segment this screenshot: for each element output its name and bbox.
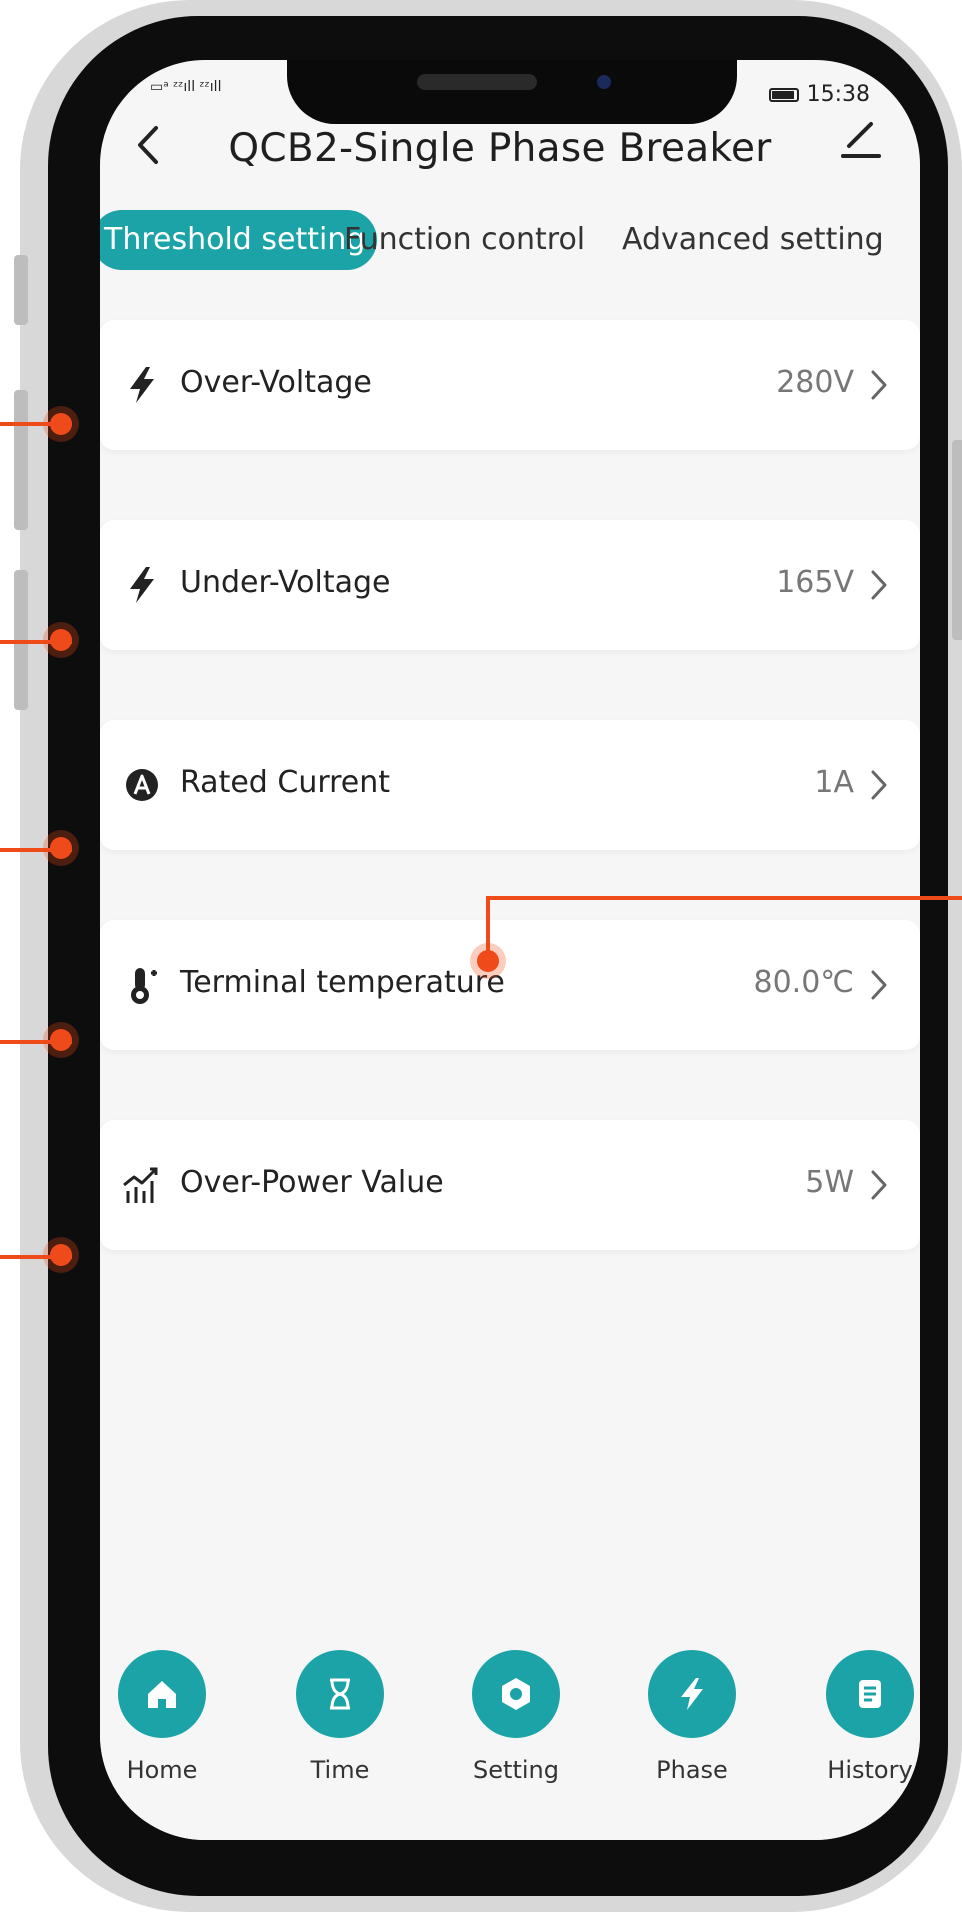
status-right: 15:38 [768,82,870,107]
setting-value: 80.0℃ [753,965,855,1000]
chart-icon [123,1167,158,1203]
status-signal-indicators: ▭ᵃ ᶻᶻıll ᶻᶻıll [150,79,222,95]
setting-row-over-power[interactable]: Over-Power Value 5W [100,1120,920,1250]
phone-power-button [952,440,962,640]
nav-history[interactable]: History [810,1650,920,1784]
back-icon[interactable] [130,120,170,170]
callout-dot-rated-current [50,837,72,859]
setting-label: Under-Voltage [180,565,391,600]
setting-label: Over-Voltage [180,365,372,400]
nav-label: Setting [473,1756,559,1784]
home-icon [118,1650,206,1738]
callout-dot-under-voltage [50,629,72,651]
nav-setting[interactable]: Setting [456,1650,576,1784]
tab-advanced-setting[interactable]: Advanced setting [622,210,884,270]
chevron-right-icon [871,570,887,600]
setting-value: 5W [805,1165,854,1200]
nav-label: Time [310,1756,370,1784]
nav-home[interactable]: Home [102,1650,222,1784]
battery-icon [768,87,799,102]
document-icon [826,1650,914,1738]
status-time: 15:38 [806,82,870,107]
setting-value: 280V [776,365,854,400]
nav-time[interactable]: Time [280,1650,400,1784]
chevron-right-icon [871,1170,887,1200]
thermometer-icon [131,968,157,1004]
setting-row-terminal-temperature[interactable]: Terminal temperature 80.0℃ [100,920,920,1050]
speaker-grille [417,74,537,90]
chevron-right-icon [871,770,887,800]
notch [287,60,737,124]
callout-dot-over-voltage [50,413,72,435]
callout-dot-over-power [50,1244,72,1266]
gear-icon [472,1650,560,1738]
hourglass-icon [296,1650,384,1738]
bottom-nav: Home Time Setting Phase History [100,1650,920,1840]
callout-dot-setting [477,950,499,972]
nav-label: Phase [656,1756,728,1784]
edit-icon[interactable] [837,116,885,164]
setting-label: Terminal temperature [180,965,505,1000]
phone-side-button [14,255,28,325]
nav-phase[interactable]: Phase [632,1650,752,1784]
camera-icon [592,70,616,94]
callout-line-setting-horizontal [486,896,962,900]
setting-label: Over-Power Value [180,1165,444,1200]
chevron-right-icon [871,370,887,400]
tab-function-control[interactable]: Function control [344,210,585,270]
phone-side-button [14,390,28,530]
tab-threshold-setting[interactable]: Threshold setting [100,210,378,270]
bolt-icon [130,567,154,603]
nav-label: History [827,1756,913,1784]
setting-row-under-voltage[interactable]: Under-Voltage 165V [100,520,920,650]
callout-dot-terminal-temperature [50,1029,72,1051]
tab-bar: Threshold setting Function control Advan… [100,210,920,270]
nav-label: Home [126,1756,198,1784]
setting-label: Rated Current [180,765,391,800]
bolt-icon [130,367,154,403]
phone-screen: ▭ᵃ ᶻᶻıll ᶻᶻıll 15:38 QCB2-Single Phase B… [100,60,920,1840]
chevron-right-icon [871,970,887,1000]
amp-circle-icon [126,769,158,801]
bolt-icon [648,1650,736,1738]
setting-value: 165V [776,565,854,600]
setting-row-over-voltage[interactable]: Over-Voltage 280V [100,320,920,450]
setting-value: 1A [814,765,854,800]
setting-row-rated-current[interactable]: Rated Current 1A [100,720,920,850]
page-title: QCB2-Single Phase Breaker [228,126,772,171]
